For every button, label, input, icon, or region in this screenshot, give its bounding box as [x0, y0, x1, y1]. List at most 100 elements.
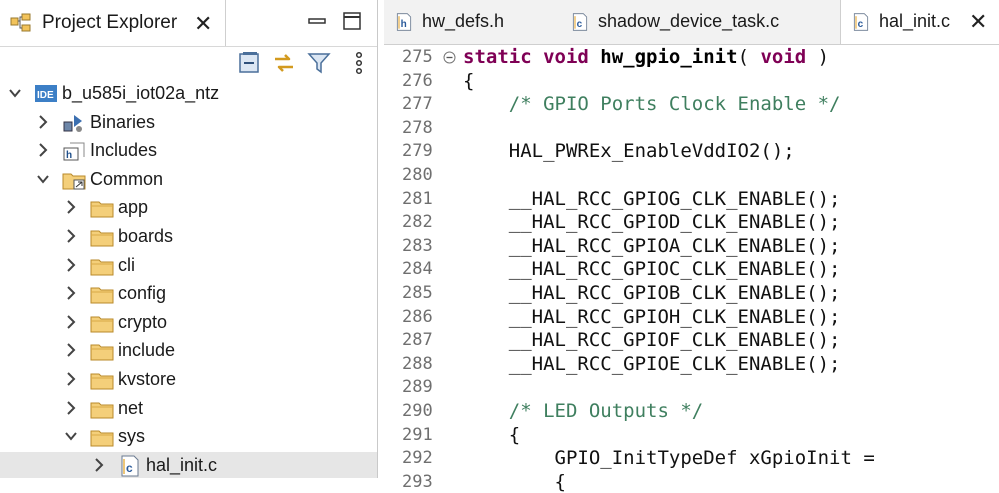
folder-icon [90, 373, 114, 390]
svg-text:c: c [577, 19, 583, 30]
code-line: __HAL_RCC_GPIOE_CLK_ENABLE(); [463, 353, 841, 375]
svg-text:c: c [126, 461, 133, 475]
line-number: 290 [402, 401, 433, 421]
code-line: { [463, 70, 474, 92]
chevron-right-icon[interactable] [64, 257, 78, 273]
chevron-down-icon[interactable] [36, 171, 50, 187]
link-with-editor-icon[interactable] [271, 50, 297, 76]
line-number: 285 [402, 283, 433, 303]
project-ide-icon: IDE [35, 85, 57, 102]
editor-tab[interactable]: c shadow_device_task.c [560, 0, 841, 44]
close-icon[interactable]: ✕ [194, 11, 212, 37]
chevron-right-icon[interactable] [64, 285, 78, 301]
code-line: /* GPIO Ports Clock Enable */ [463, 93, 841, 115]
tree-item[interactable]: app [0, 194, 377, 222]
tree-item-label: boards [118, 226, 174, 246]
svg-text:IDE: IDE [37, 90, 54, 101]
tree-item[interactable]: IDE b_u585i_iot02a_ntz [0, 80, 377, 108]
tree-item[interactable]: Binaries [0, 109, 377, 137]
code-token: HAL_PWREx_EnableVddIO2(); [463, 140, 795, 163]
code-editor[interactable]: 275 static void hw_gpio_init( void ) 276 {2… [384, 45, 999, 493]
editor-tab[interactable]: c hal_init.c ✕ [840, 0, 999, 44]
line-number: 293 [402, 471, 433, 492]
close-icon[interactable]: ✕ [969, 9, 987, 35]
linked-folder-icon [62, 173, 86, 190]
project-explorer-tab[interactable]: Project Explorer ✕ [0, 0, 226, 46]
tree-item[interactable]: h Includes [0, 137, 377, 165]
line-number: 283 [402, 235, 433, 256]
chevron-right-icon[interactable] [36, 114, 50, 130]
maximize-icon[interactable] [341, 10, 363, 32]
tree-item[interactable]: cli [0, 252, 377, 280]
tree-item-label: Common [90, 168, 164, 189]
tree-item[interactable]: c hal_init.c [0, 451, 377, 478]
tree-item[interactable]: Common [0, 166, 377, 194]
code-token: __HAL_RCC_GPIOB_CLK_ENABLE(); [463, 282, 841, 304]
line-number: 279 [402, 141, 433, 162]
chevron-right-icon[interactable] [64, 314, 78, 330]
folder-icon [90, 316, 114, 333]
code-token: { [463, 423, 521, 446]
tree-item-label: b_u585i_iot02a_ntz [62, 83, 220, 103]
folder-icon [90, 430, 114, 447]
chevron-right-icon[interactable] [36, 142, 50, 158]
line-number: 281 [402, 188, 433, 209]
chevron-down-icon[interactable] [8, 85, 22, 101]
chevron-right-icon[interactable] [64, 342, 78, 358]
tree-item[interactable]: boards [0, 223, 377, 251]
code-token: hw_gpio_init [600, 46, 738, 68]
c-file-icon: c [572, 13, 588, 31]
chevron-right-icon[interactable] [64, 400, 78, 416]
collapse-all-icon[interactable] [236, 50, 262, 76]
tree-item[interactable]: net [0, 395, 377, 423]
code-token: /* GPIO Ports Clock Enable */ [463, 93, 841, 116]
svg-text:h: h [66, 150, 72, 161]
svg-text:c: c [858, 19, 864, 30]
tree-item[interactable]: crypto [0, 309, 377, 337]
tree-item-label: include [118, 340, 176, 361]
folder-icon [90, 230, 114, 247]
view-menu-icon[interactable] [346, 50, 372, 76]
code-line: __HAL_RCC_GPIOB_CLK_ENABLE(); [463, 282, 841, 304]
tree-item-label: Binaries [90, 111, 156, 132]
code-line: { [463, 471, 566, 493]
code-token: __HAL_RCC_GPIOF_CLK_ENABLE(); [463, 329, 841, 352]
code-line: GPIO_InitTypeDef xGpioInit = [463, 447, 875, 469]
tree-item[interactable]: config [0, 280, 377, 308]
editor-tab[interactable]: h hw_defs.h [384, 0, 561, 44]
project-explorer-toolbar [0, 46, 377, 80]
line-number: 275 [402, 47, 433, 67]
code-line: __HAL_RCC_GPIOC_CLK_ENABLE(); [463, 258, 841, 280]
code-token: __HAL_RCC_GPIOH_CLK_ENABLE(); [463, 305, 841, 328]
code-token: { [463, 470, 566, 493]
tree-item[interactable]: sys [0, 423, 377, 451]
line-number: 291 [402, 424, 433, 445]
project-explorer-icon [10, 13, 31, 32]
project-explorer-title: Project Explorer [42, 12, 178, 33]
code-token: GPIO_InitTypeDef xGpioInit = [463, 447, 875, 470]
line-number: 280 [402, 165, 433, 185]
chevron-down-icon[interactable] [64, 428, 78, 444]
line-number: 278 [402, 117, 433, 138]
c-file-icon: c [853, 13, 869, 31]
tree-item[interactable]: kvstore [0, 366, 377, 394]
filter-icon[interactable] [306, 50, 332, 76]
minimize-icon[interactable] [306, 10, 328, 32]
fold-collapse-icon[interactable] [443, 51, 456, 64]
code-token: __HAL_RCC_GPIOA_CLK_ENABLE(); [463, 234, 841, 257]
chevron-right-icon[interactable] [64, 199, 78, 215]
code-token: /* LED Outputs */ [463, 400, 704, 422]
chevron-right-icon[interactable] [64, 228, 78, 244]
code-line: __HAL_RCC_GPIOD_CLK_ENABLE(); [463, 211, 841, 233]
chevron-right-icon[interactable] [92, 457, 106, 473]
c-file-icon: c [121, 455, 139, 477]
folder-icon [90, 344, 114, 361]
code-token: static [463, 46, 544, 68]
chevron-right-icon[interactable] [64, 371, 78, 387]
code-token: void [543, 46, 601, 68]
code-token: ) [806, 46, 830, 68]
line-number: 282 [402, 212, 433, 233]
code-token: __HAL_RCC_GPIOE_CLK_ENABLE(); [463, 352, 841, 375]
line-number: 276 [402, 70, 433, 91]
tree-item[interactable]: include [0, 337, 377, 365]
